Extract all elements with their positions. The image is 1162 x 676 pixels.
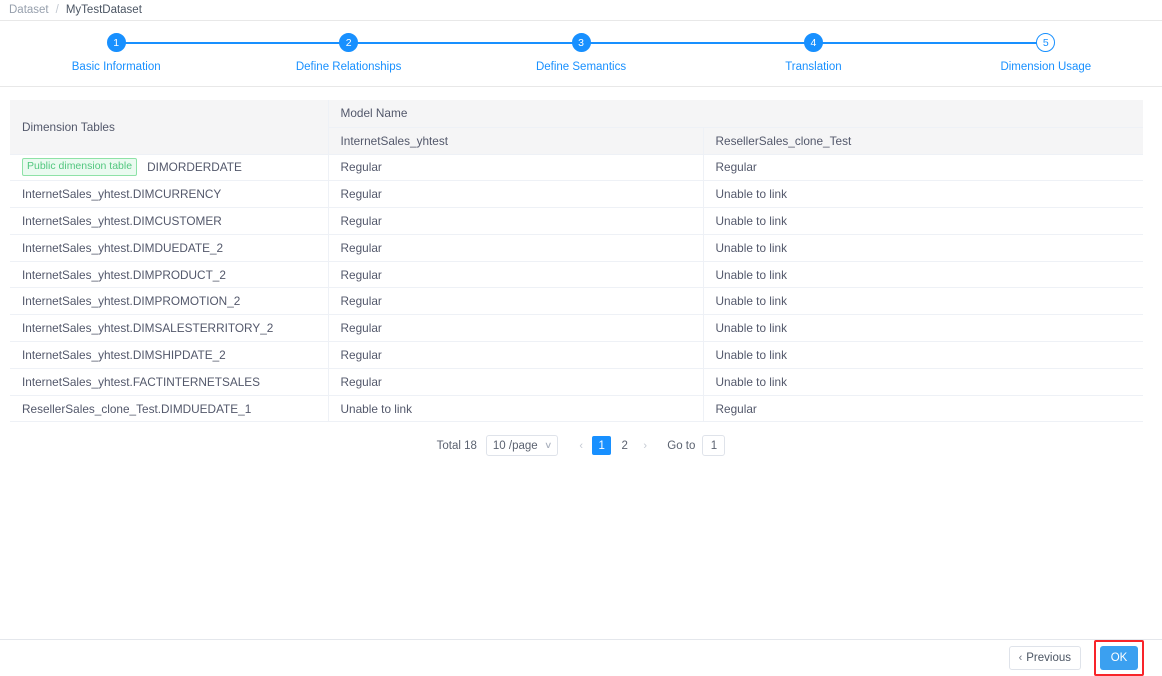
- stepper-step-label: Basic Information: [71, 61, 161, 73]
- breadcrumb: Dataset / MyTestDataset: [0, 0, 1162, 21]
- breadcrumb-separator: /: [55, 4, 59, 16]
- table-row: InternetSales_yhtest.DIMCUSTOMER Regular U…: [10, 207, 1144, 235]
- table-body: Public dimension table DIMORDERDATE Regula…: [10, 154, 1144, 423]
- dimension-table-name: InternetSales_yhtest.DIMSALESTERRITORY_2: [22, 321, 274, 336]
- column-header-model-name: Model Name: [327, 100, 1144, 128]
- pagination-pages: 12: [590, 436, 636, 456]
- cell-model-1: Unable to link: [327, 395, 703, 423]
- dimension-table-name: InternetSales_yhtest.DIMCUSTOMER: [22, 213, 222, 228]
- pagination-page-2[interactable]: 2: [615, 436, 634, 455]
- dimension-table-name: InternetSales_yhtest.DIMPROMOTION_2: [22, 294, 241, 309]
- stepper-step-number: 5: [1036, 33, 1056, 52]
- dimension-table-name: DIMORDERDATE: [147, 160, 242, 175]
- cell-model-1: Regular: [327, 207, 703, 235]
- chevron-down-icon: ∨: [543, 440, 553, 451]
- stepper-step-3[interactable]: 3 Define Semantics: [465, 21, 814, 86]
- cell-dimension-table: InternetSales_yhtest.DIMCURRENCY: [10, 180, 328, 209]
- table-row: Public dimension table DIMORDERDATE Regula…: [10, 154, 1144, 182]
- cell-dimension-table: InternetSales_yhtest.DIMPROMOTION_2: [10, 287, 328, 316]
- breadcrumb-current: MyTestDataset: [65, 4, 142, 16]
- wizard-stepper: 1 Basic Information 2 Define Relationships 3…: [0, 21, 1162, 87]
- cell-model-2: Unable to link: [702, 314, 1144, 343]
- cell-dimension-table: InternetSales_yhtest.DIMCUSTOMER: [10, 207, 328, 235]
- stepper-step-number: 4: [803, 33, 823, 52]
- cell-model-2: Unable to link: [702, 261, 1144, 289]
- cell-model-1: Regular: [327, 261, 703, 289]
- page-size-value: 10 /page: [492, 439, 538, 452]
- cell-model-1: Regular: [327, 314, 703, 343]
- pagination: Total 18 10 /page ∨ ‹ 12 › Go to 1: [10, 435, 1152, 457]
- stepper-step-label: Translation: [785, 61, 842, 73]
- cell-model-2: Unable to link: [702, 234, 1144, 262]
- public-dimension-tag: Public dimension table: [22, 158, 138, 177]
- table-row: InternetSales_yhtest.DIMCURRENCY Regular U…: [10, 180, 1144, 209]
- pagination-goto-label: Go to: [667, 439, 696, 452]
- previous-button-label: Previous: [1026, 652, 1071, 664]
- page-size-select[interactable]: 10 /page ∨: [485, 435, 559, 457]
- dimension-table-name: InternetSales_yhtest.FACTINTERNETSALES: [22, 374, 260, 389]
- dimension-usage-table: Dimension Tables Model Name InternetSale…: [10, 100, 1144, 423]
- breadcrumb-root[interactable]: Dataset: [9, 4, 49, 16]
- table-row: InternetSales_yhtest.DIMSALESTERRITORY_2…: [10, 314, 1144, 343]
- cell-model-2: Unable to link: [702, 207, 1144, 235]
- cell-dimension-table: InternetSales_yhtest.DIMPRODUCT_2: [10, 261, 328, 289]
- stepper-step-1[interactable]: 1 Basic Information: [0, 21, 349, 86]
- chevron-left-icon: ‹: [1018, 652, 1023, 664]
- cell-dimension-table: Public dimension table DIMORDERDATE: [10, 154, 328, 182]
- main-content: Dimension Tables Model Name InternetSale…: [0, 87, 1162, 457]
- stepper-step-label: Define Semantics: [535, 61, 627, 73]
- stepper-step-number: 3: [571, 33, 591, 52]
- cell-dimension-table: InternetSales_yhtest.DIMSALESTERRITORY_2: [10, 314, 328, 343]
- cell-model-1: Regular: [327, 234, 703, 262]
- pagination-next-button[interactable]: ›: [636, 436, 654, 456]
- wizard-footer: ‹ Previous OK: [0, 639, 1162, 676]
- column-header-model-2: ResellerSales_clone_Test: [702, 127, 1144, 155]
- cell-dimension-table: InternetSales_yhtest.DIMDUEDATE_2: [10, 234, 328, 262]
- dimension-table-name: InternetSales_yhtest.DIMCURRENCY: [22, 187, 222, 202]
- cell-model-2: Regular: [702, 154, 1144, 182]
- pagination-page-1[interactable]: 1: [592, 436, 612, 456]
- cell-model-1: Regular: [327, 180, 703, 209]
- stepper-step-label: Dimension Usage: [1000, 61, 1092, 73]
- cell-model-1: Regular: [327, 154, 703, 182]
- stepper-step-label: Define Relationships: [295, 61, 402, 73]
- previous-button[interactable]: ‹ Previous: [1008, 646, 1081, 670]
- table-row: InternetSales_yhtest.DIMPROMOTION_2 Regul…: [10, 287, 1144, 316]
- cell-model-1: Regular: [327, 368, 703, 396]
- table-row: InternetSales_yhtest.DIMSHIPDATE_2 Regula…: [10, 341, 1144, 369]
- dimension-table-name: InternetSales_yhtest.DIMPRODUCT_2: [22, 267, 226, 282]
- dimension-table-name: InternetSales_yhtest.DIMSHIPDATE_2: [22, 347, 226, 362]
- stepper-steps: 1 Basic Information 2 Define Relationships 3…: [0, 21, 1162, 86]
- pagination-prev-button[interactable]: ‹: [572, 436, 590, 456]
- cell-model-2: Unable to link: [702, 341, 1144, 369]
- dimension-table-name: ResellerSales_clone_Test.DIMDUEDATE_1: [22, 401, 252, 416]
- cell-dimension-table: InternetSales_yhtest.DIMSHIPDATE_2: [10, 341, 328, 369]
- pagination-total: Total 18: [436, 439, 477, 452]
- cell-model-1: Regular: [327, 287, 703, 316]
- cell-dimension-table: ResellerSales_clone_Test.DIMDUEDATE_1: [10, 395, 328, 423]
- dimension-table-name: InternetSales_yhtest.DIMDUEDATE_2: [22, 240, 224, 255]
- column-header-dimension-tables: Dimension Tables: [10, 100, 328, 155]
- cell-model-2: Regular: [702, 395, 1144, 423]
- table-head: Dimension Tables Model Name InternetSale…: [10, 100, 1144, 155]
- cell-model-2: Unable to link: [702, 287, 1144, 316]
- table-row: InternetSales_yhtest.DIMPRODUCT_2 Regular…: [10, 261, 1144, 289]
- cell-model-2: Unable to link: [702, 368, 1144, 396]
- table-row: ResellerSales_clone_Test.DIMDUEDATE_1 Una…: [10, 395, 1144, 423]
- cell-model-1: Regular: [327, 341, 703, 369]
- table-row: InternetSales_yhtest.DIMDUEDATE_2 Regular…: [10, 234, 1144, 262]
- column-header-model-1: InternetSales_yhtest: [327, 127, 703, 155]
- stepper-step-number: 2: [339, 33, 359, 52]
- cell-model-2: Unable to link: [702, 180, 1144, 209]
- ok-button[interactable]: OK: [1100, 646, 1138, 670]
- stepper-step-5[interactable]: 5 Dimension Usage: [930, 21, 1162, 86]
- stepper-step-2[interactable]: 2 Define Relationships: [232, 21, 582, 86]
- table-row: InternetSales_yhtest.FACTINTERNETSALES Re…: [10, 368, 1144, 396]
- stepper-step-4[interactable]: 4 Translation: [697, 21, 1046, 86]
- table-header-row-group: Dimension Tables Model Name: [10, 100, 1144, 155]
- stepper-step-number: 1: [106, 33, 126, 52]
- pagination-goto-input[interactable]: 1: [702, 435, 726, 457]
- ok-button-highlight: OK: [1094, 640, 1144, 676]
- cell-dimension-table: InternetSales_yhtest.FACTINTERNETSALES: [10, 368, 328, 396]
